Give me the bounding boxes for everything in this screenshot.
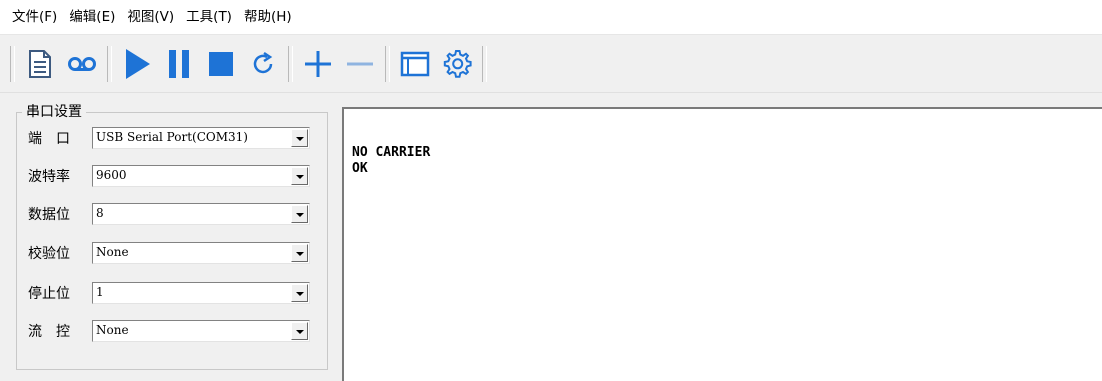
baud-rate-value: 9600 — [96, 168, 127, 182]
stop-bits-row: 停止位 1 — [28, 280, 310, 306]
refresh-icon — [253, 51, 273, 73]
chevron-down-icon[interactable] — [291, 167, 308, 185]
new-document-button[interactable] — [19, 42, 61, 86]
toolbar-separator — [288, 45, 293, 82]
menu-help[interactable]: 帮助(H) — [238, 4, 298, 30]
gear-icon — [443, 49, 472, 78]
chevron-down-icon[interactable] — [291, 205, 308, 223]
port-value: USB Serial Port(COM31) — [96, 130, 248, 144]
parity-select[interactable]: None — [92, 242, 310, 264]
chevron-down-icon[interactable] — [291, 284, 308, 302]
menu-tools[interactable]: 工具(T) — [180, 4, 238, 30]
chevron-down-icon[interactable] — [291, 322, 308, 340]
baud-rate-row: 波特率 9600 — [28, 163, 310, 189]
add-button[interactable] — [297, 42, 339, 86]
pause-button[interactable] — [158, 42, 200, 86]
data-bits-label: 数据位 — [28, 207, 70, 223]
stop-bits-select[interactable]: 1 — [92, 282, 310, 304]
pause-icon — [169, 49, 189, 78]
menu-bar: 文件(F) 编辑(E) 视图(V) 工具(T) 帮助(H) — [0, 0, 1102, 34]
record-button[interactable] — [61, 42, 103, 86]
baud-rate-select[interactable]: 9600 — [92, 165, 310, 187]
stop-button[interactable] — [200, 42, 242, 86]
minus-icon — [347, 62, 373, 65]
terminal-lines: NO CARRIER OK — [344, 145, 430, 177]
terminal-output[interactable]: NO CARRIER OK — [342, 107, 1102, 381]
settings-button[interactable] — [436, 42, 478, 86]
chevron-down-icon[interactable] — [291, 129, 308, 147]
toolbar-separator — [385, 45, 390, 82]
chevron-down-icon[interactable] — [291, 244, 308, 262]
port-label: 端 口 — [28, 131, 70, 147]
remove-button[interactable] — [339, 42, 381, 86]
terminal-line: NO CARRIER — [352, 145, 431, 160]
baud-rate-label: 波特率 — [28, 169, 70, 185]
menu-view[interactable]: 视图(V) — [121, 4, 180, 30]
flow-control-label: 流 控 — [28, 324, 70, 340]
serial-settings-title: 串口设置 — [22, 102, 86, 122]
document-icon — [29, 49, 51, 78]
menu-file[interactable]: 文件(F) — [0, 4, 63, 30]
tape-icon — [68, 56, 96, 71]
menu-edit[interactable]: 编辑(E) — [63, 4, 121, 30]
flow-control-select[interactable]: None — [92, 320, 310, 342]
parity-label: 校验位 — [28, 246, 70, 262]
terminal-line: OK — [352, 161, 368, 176]
data-bits-select[interactable]: 8 — [92, 203, 310, 225]
data-bits-row: 数据位 8 — [28, 201, 310, 227]
toolbar — [0, 34, 1102, 93]
stop-bits-value: 1 — [96, 285, 104, 299]
refresh-button[interactable] — [242, 42, 284, 86]
port-select[interactable]: USB Serial Port(COM31) — [92, 127, 310, 149]
window-icon — [400, 51, 430, 76]
parity-value: None — [96, 245, 129, 259]
play-icon — [126, 48, 150, 79]
window-button[interactable] — [394, 42, 436, 86]
start-button[interactable] — [116, 42, 158, 86]
stop-icon — [209, 51, 233, 76]
toolbar-separator — [107, 45, 112, 82]
data-bits-value: 8 — [96, 206, 104, 220]
parity-row: 校验位 None — [28, 240, 310, 266]
flow-control-row: 流 控 None — [28, 318, 310, 344]
toolbar-separator — [482, 45, 487, 82]
flow-control-value: None — [96, 323, 129, 337]
plus-icon — [305, 50, 331, 77]
port-row: 端 口 USB Serial Port(COM31) — [28, 125, 310, 151]
stop-bits-label: 停止位 — [28, 286, 70, 302]
toolbar-separator — [10, 45, 15, 82]
